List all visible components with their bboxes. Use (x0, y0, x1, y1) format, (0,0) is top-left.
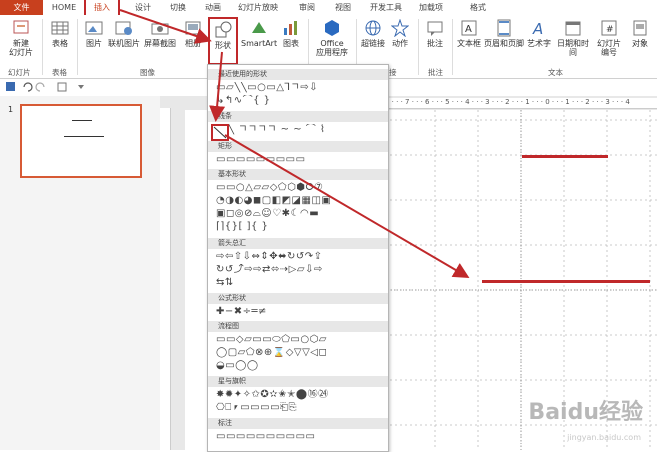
arrow-insert-to-shapes (119, 9, 212, 44)
watermark-url: jingyan.baidu.com (567, 433, 641, 442)
annotation-arrows (119, 9, 470, 279)
arrow-line-to-slide (224, 134, 470, 279)
watermark-logo: Baidu经验 (528, 400, 643, 425)
arrow-shapes-to-line (209, 51, 226, 122)
